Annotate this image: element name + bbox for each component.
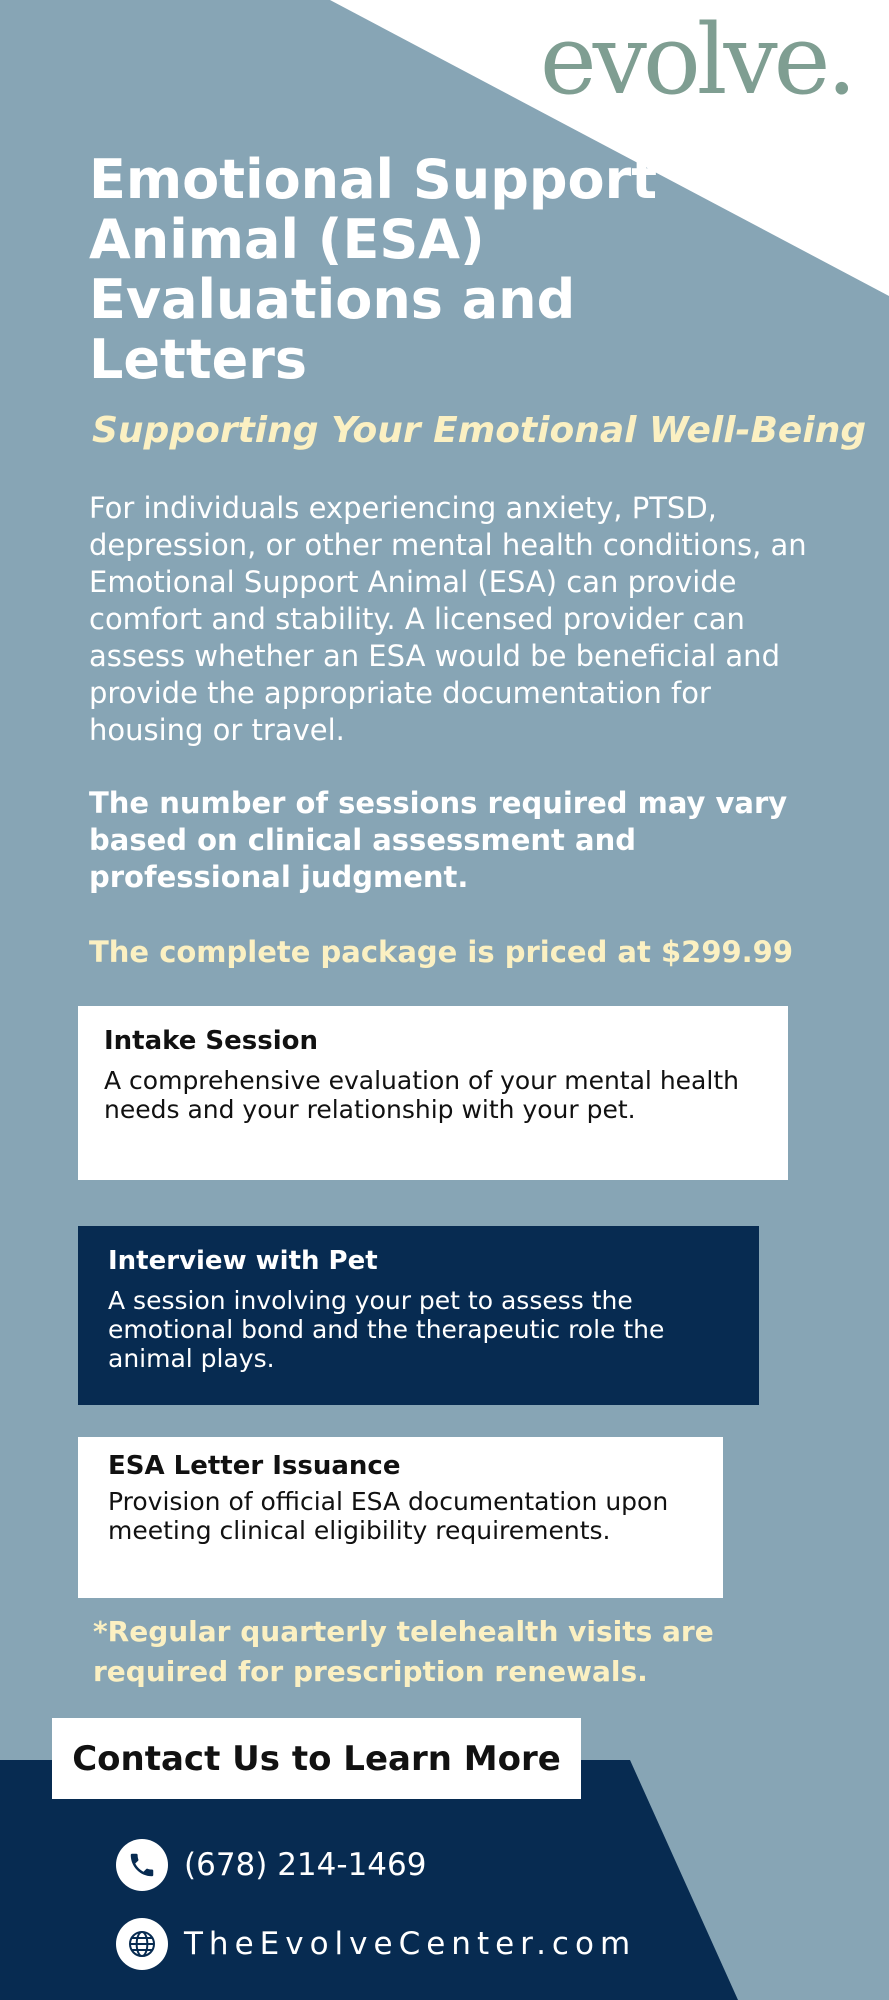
- intro-paragraph: For individuals experiencing anxiety, PT…: [89, 491, 807, 747]
- sessions-note: The number of sessions required may vary…: [89, 786, 788, 894]
- page-subtitle: Supporting Your Emotional Well-Being: [92, 410, 867, 451]
- renewal-footnote: *Regular quarterly telehealth visits are…: [93, 1615, 714, 1688]
- service-title: ESA Letter Issuance: [108, 1451, 401, 1481]
- package-price: The complete package is priced at $299.9…: [89, 935, 794, 969]
- service-title: Interview with Pet: [108, 1246, 378, 1276]
- phone-number: (678) 214-1469: [184, 1847, 427, 1883]
- service-card-letter-issuance: ESA Letter Issuance Provision of officia…: [78, 1437, 723, 1598]
- service-description: A comprehensive evaluation of your menta…: [104, 1066, 739, 1124]
- phone-icon: [116, 1839, 168, 1891]
- contact-us-button[interactable]: Contact Us to Learn More: [52, 1718, 581, 1799]
- website-url: TheEvolveCenter.com: [184, 1926, 637, 1962]
- phone-link[interactable]: (678) 214-1469: [116, 1839, 426, 1891]
- page-title: Emotional Support Animal (ESA) Evaluatio…: [89, 148, 658, 391]
- globe-icon: [116, 1918, 168, 1970]
- service-title: Intake Session: [104, 1026, 319, 1056]
- service-card-intake: Intake Session A comprehensive evaluatio…: [78, 1006, 788, 1180]
- website-link[interactable]: TheEvolveCenter.com: [116, 1918, 636, 1970]
- evolve-logo: evolve.: [539, 4, 857, 116]
- service-description: Provision of official ESA documentation …: [108, 1487, 669, 1545]
- service-card-pet-interview: Interview with Pet A session involving y…: [78, 1226, 759, 1405]
- service-description: A session involving your pet to assess t…: [108, 1286, 665, 1373]
